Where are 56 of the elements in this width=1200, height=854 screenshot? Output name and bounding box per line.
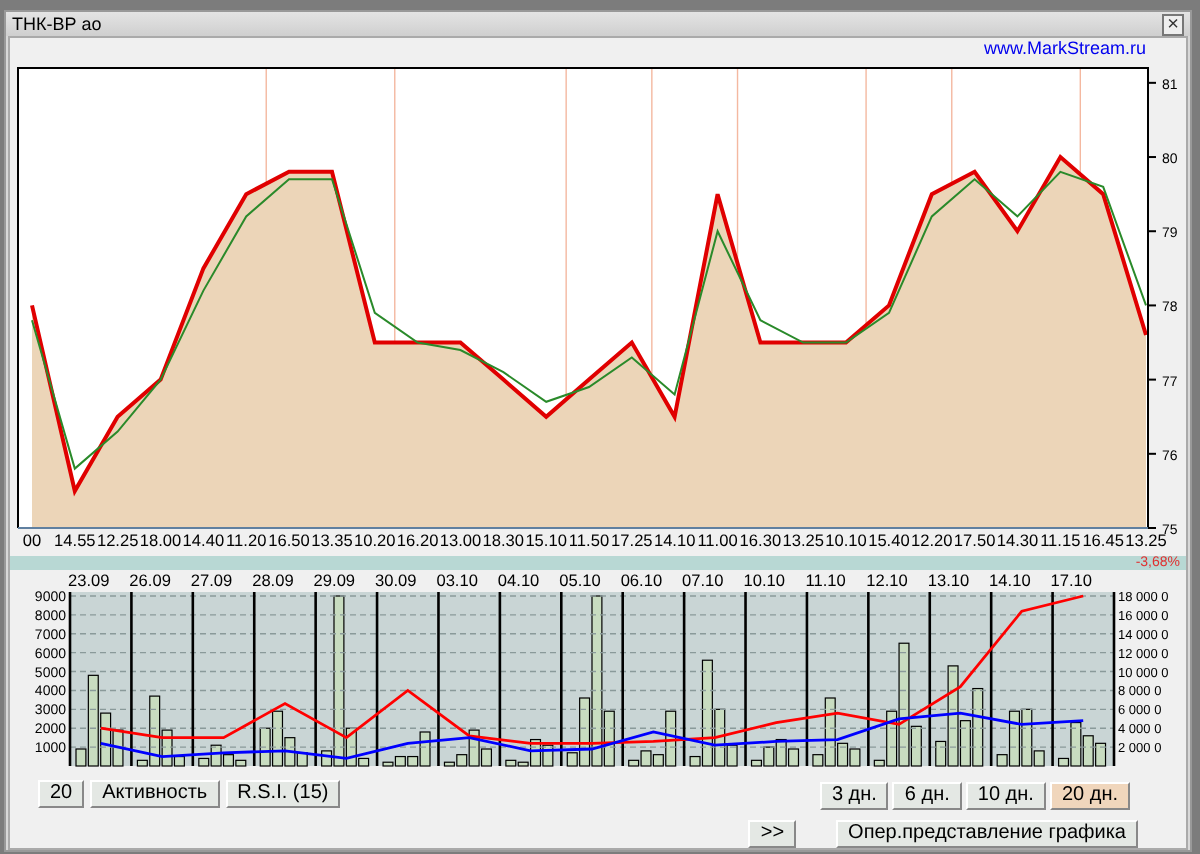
axis-label: 05.10	[559, 570, 601, 590]
axis-label: 11.15	[1040, 530, 1081, 550]
axis-label: 18.30	[482, 530, 525, 550]
axis-label: 15.40	[868, 530, 910, 550]
axis-label: 10.10	[743, 570, 785, 590]
axis-label: 16.30	[739, 530, 782, 550]
axis-label: 15.10	[525, 530, 567, 550]
period-tab[interactable]: 10 дн.	[965, 781, 1046, 809]
axis-label: 13.10	[927, 570, 970, 590]
axis-label: 06.10	[620, 570, 663, 590]
axis-label: 12.20	[911, 530, 953, 550]
axis-label: 13.35	[311, 530, 353, 550]
window-title: ТНК-ВР ао	[12, 14, 102, 34]
axis-label: 14.55	[54, 530, 96, 550]
toolbar-button[interactable]: R.S.I. (15)	[225, 779, 341, 807]
axis-label: 11.50	[568, 530, 610, 550]
axis-label: 10.10	[825, 530, 867, 550]
website-link[interactable]: www.MarkStream.ru	[983, 38, 1146, 58]
axis-label: 13.25	[782, 530, 824, 550]
axis-label: 17.25	[611, 530, 653, 550]
toolbar-button[interactable]: Активность	[90, 779, 220, 807]
axis-label: 27.09	[190, 570, 233, 590]
period-tab[interactable]: 3 дн.	[819, 781, 889, 809]
period-tab[interactable]: 6 дн.	[892, 781, 962, 809]
axis-label: 16.50	[268, 530, 310, 550]
axis-label: 16.45	[1082, 530, 1124, 550]
axis-label: 13.00	[439, 530, 482, 550]
axis-label: 07.10	[682, 570, 724, 590]
axis-label: 14.30	[996, 530, 1039, 550]
axis-label: 14.10	[653, 530, 696, 550]
axis-label: 17.10	[1050, 570, 1093, 590]
axis-label: 13.25	[1125, 530, 1167, 550]
axis-label: 17.50	[953, 530, 996, 550]
axis-label: 14.10	[989, 570, 1031, 590]
axis-label: 23.09	[67, 570, 110, 590]
view-button[interactable]: Опер.представление графика	[836, 819, 1138, 847]
axis-label: 11.10	[805, 570, 846, 590]
axis-label: 00	[22, 530, 42, 550]
axis-label: 28.09	[252, 570, 294, 590]
axis-label: 04.10	[497, 570, 540, 590]
axis-label: 10.20	[354, 530, 396, 550]
axis-label: 14.40	[182, 530, 225, 550]
axis-label: 11.00	[697, 530, 738, 550]
period-tab[interactable]: 20 дн.	[1049, 781, 1130, 809]
axis-label: 12.10	[866, 570, 908, 590]
toolbar-button[interactable]: 20	[38, 779, 85, 807]
axis-label: 18.00	[139, 530, 182, 550]
axis-label: 29.09	[313, 570, 356, 590]
axis-label: 11.20	[226, 530, 267, 550]
scroll-button[interactable]: >>	[748, 819, 797, 847]
axis-label: 03.10	[436, 570, 478, 590]
close-button[interactable]: ×	[1162, 13, 1184, 35]
axis-label: 12.25	[96, 530, 139, 550]
axis-label: 26.09	[129, 570, 171, 590]
axis-label: 30.09	[375, 570, 417, 590]
axis-label: 16.20	[396, 530, 439, 550]
